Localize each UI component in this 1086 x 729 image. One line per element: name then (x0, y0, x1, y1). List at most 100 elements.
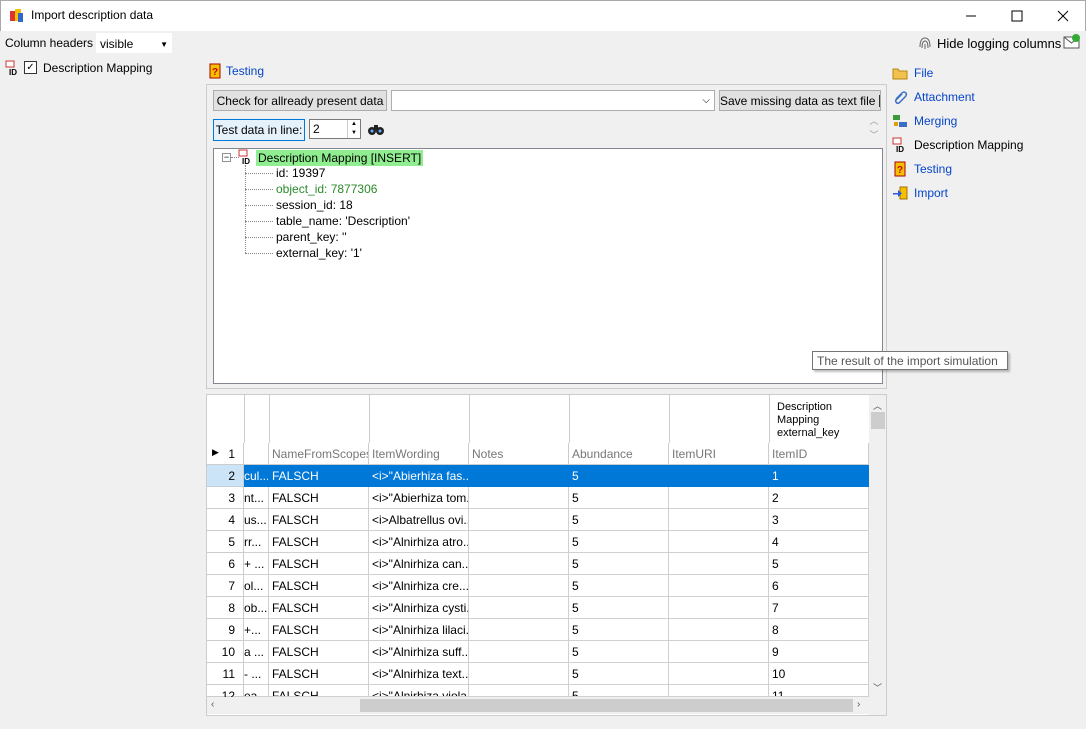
description-mapping-item[interactable]: Description Mapping (43, 61, 152, 75)
vertical-scroll-thumb[interactable] (871, 412, 885, 429)
table-cell[interactable]: 11 (769, 685, 869, 697)
table-cell[interactable]: FALSCH (269, 575, 369, 597)
nav-item-testing[interactable]: ? Testing (891, 160, 952, 178)
table-cell[interactable]: FALSCH (269, 663, 369, 685)
tree-child-node[interactable]: id: 19397 (276, 166, 325, 180)
table-cell[interactable] (469, 509, 569, 531)
row-number[interactable]: 3 (207, 487, 244, 509)
table-cell[interactable]: 5 (569, 487, 669, 509)
table-cell[interactable]: 5 (569, 685, 669, 697)
data-combo[interactable]: ⌵ (391, 90, 715, 111)
row-number[interactable]: 7 (207, 575, 244, 597)
row-number[interactable]: 2 (207, 465, 244, 487)
table-cell[interactable]: FALSCH (269, 553, 369, 575)
tree-root-node[interactable]: Description Mapping [INSERT] (256, 150, 424, 166)
table-cell[interactable]: <i>"Alnirhiza text... (369, 663, 469, 685)
mail-icon[interactable] (1063, 34, 1081, 50)
panel-scroll-arrows[interactable]: ︿ ﹀ (868, 114, 880, 144)
table-cell[interactable]: <i>"Alnirhiza can... (369, 553, 469, 575)
table-cell[interactable]: 5 (569, 575, 669, 597)
table-cell[interactable] (669, 509, 769, 531)
clipped-cell[interactable]: us... (244, 509, 269, 531)
table-cell[interactable]: 7 (769, 597, 869, 619)
nav-item-file[interactable]: File (891, 64, 933, 82)
table-cell[interactable] (469, 531, 569, 553)
table-cell[interactable] (669, 487, 769, 509)
clipped-cell[interactable]: ol... (244, 575, 269, 597)
table-cell[interactable] (469, 575, 569, 597)
clipped-cell[interactable]: rr... (244, 531, 269, 553)
tree-child-node[interactable]: parent_key: '' (276, 230, 347, 244)
table-cell[interactable] (669, 553, 769, 575)
table-cell[interactable]: <i>"Alnirhiza suff... (369, 641, 469, 663)
table-cell[interactable]: <i>"Alnirhiza viola... (369, 685, 469, 697)
tree-child-node[interactable]: table_name: 'Description' (276, 214, 410, 228)
table-cell[interactable] (669, 465, 769, 487)
table-cell[interactable]: FALSCH (269, 465, 369, 487)
table-cell[interactable] (669, 619, 769, 641)
table-cell[interactable]: 3 (769, 509, 869, 531)
table-cell[interactable] (469, 619, 569, 641)
close-button[interactable] (1040, 0, 1086, 31)
collapse-icon[interactable]: − (222, 153, 231, 162)
table-cell[interactable] (669, 575, 769, 597)
scroll-right-icon[interactable]: › (857, 699, 860, 710)
row-number[interactable]: 12 (207, 685, 244, 703)
nav-item-merging[interactable]: Merging (891, 112, 957, 130)
horizontal-scrollbar[interactable]: ‹ › (207, 697, 869, 714)
tree-child-node[interactable]: object_id: 7877306 (276, 182, 377, 196)
table-cell[interactable] (469, 553, 569, 575)
table-cell[interactable]: <i>"Alnirhiza lilaci... (369, 619, 469, 641)
tree-child-node[interactable]: session_id: 18 (276, 198, 353, 212)
table-cell[interactable] (469, 487, 569, 509)
clipped-cell[interactable]: ea (244, 685, 269, 697)
table-cell[interactable] (669, 641, 769, 663)
table-cell[interactable]: 5 (569, 509, 669, 531)
column-header-itemuri[interactable]: ItemURI (669, 443, 769, 465)
description-mapping-checkbox[interactable]: ✓ (24, 61, 37, 74)
scroll-down-icon[interactable]: ﹀ (873, 681, 882, 694)
clipped-cell[interactable]: + ... (244, 553, 269, 575)
table-cell[interactable] (469, 663, 569, 685)
clipped-cell[interactable]: +... (244, 619, 269, 641)
table-cell[interactable]: 5 (569, 465, 669, 487)
table-cell[interactable]: FALSCH (269, 685, 369, 697)
table-cell[interactable]: FALSCH (269, 509, 369, 531)
table-cell[interactable]: 5 (569, 663, 669, 685)
table-cell[interactable]: <i>"Abierhiza fas... (369, 465, 469, 487)
table-cell[interactable]: <i>"Alnirhiza atro... (369, 531, 469, 553)
table-cell[interactable]: 2 (769, 487, 869, 509)
column-header-itemid[interactable]: ItemID (769, 443, 869, 465)
table-cell[interactable]: 5 (769, 553, 869, 575)
row-number[interactable]: 8 (207, 597, 244, 619)
table-cell[interactable] (469, 641, 569, 663)
test-data-in-line-button[interactable]: Test data in line: (213, 119, 305, 141)
table-cell[interactable]: FALSCH (269, 531, 369, 553)
table-cell[interactable] (469, 465, 569, 487)
clipped-cell[interactable]: ob... (244, 597, 269, 619)
scroll-up-icon[interactable]: ︿ (873, 399, 882, 412)
column-header-abundance[interactable]: Abundance (569, 443, 669, 465)
stepper-arrows-icon[interactable]: ▲ ▼ (347, 120, 360, 138)
nav-item-attachment[interactable]: Attachment (891, 88, 975, 106)
column-header-itemwording[interactable]: ItemWording (369, 443, 469, 465)
table-cell[interactable] (669, 597, 769, 619)
nav-item-import[interactable]: Import (891, 184, 948, 202)
scroll-left-icon[interactable]: ‹ (211, 699, 214, 710)
column-header-namefromscopes[interactable]: NameFromScopes (269, 443, 369, 465)
table-cell[interactable]: <i>"Alnirhiza cre... (369, 575, 469, 597)
row-number[interactable]: 9 (207, 619, 244, 641)
header-row-number[interactable]: ▶ 1 (207, 443, 244, 465)
column-header-clipped[interactable] (244, 443, 269, 465)
row-number[interactable]: 4 (207, 509, 244, 531)
table-cell[interactable]: 5 (569, 619, 669, 641)
binoculars-icon[interactable] (367, 121, 385, 137)
tree-child-node[interactable]: external_key: '1' (276, 246, 362, 260)
column-headers-select[interactable]: visible ▼ (96, 33, 172, 53)
clipped-cell[interactable]: a ... (244, 641, 269, 663)
row-number[interactable]: 10 (207, 641, 244, 663)
clipped-cell[interactable]: nt... (244, 487, 269, 509)
save-missing-data-button[interactable]: Save missing data as text file (719, 90, 881, 111)
table-cell[interactable]: FALSCH (269, 597, 369, 619)
table-cell[interactable]: <i>Albatrellus ovi... (369, 509, 469, 531)
